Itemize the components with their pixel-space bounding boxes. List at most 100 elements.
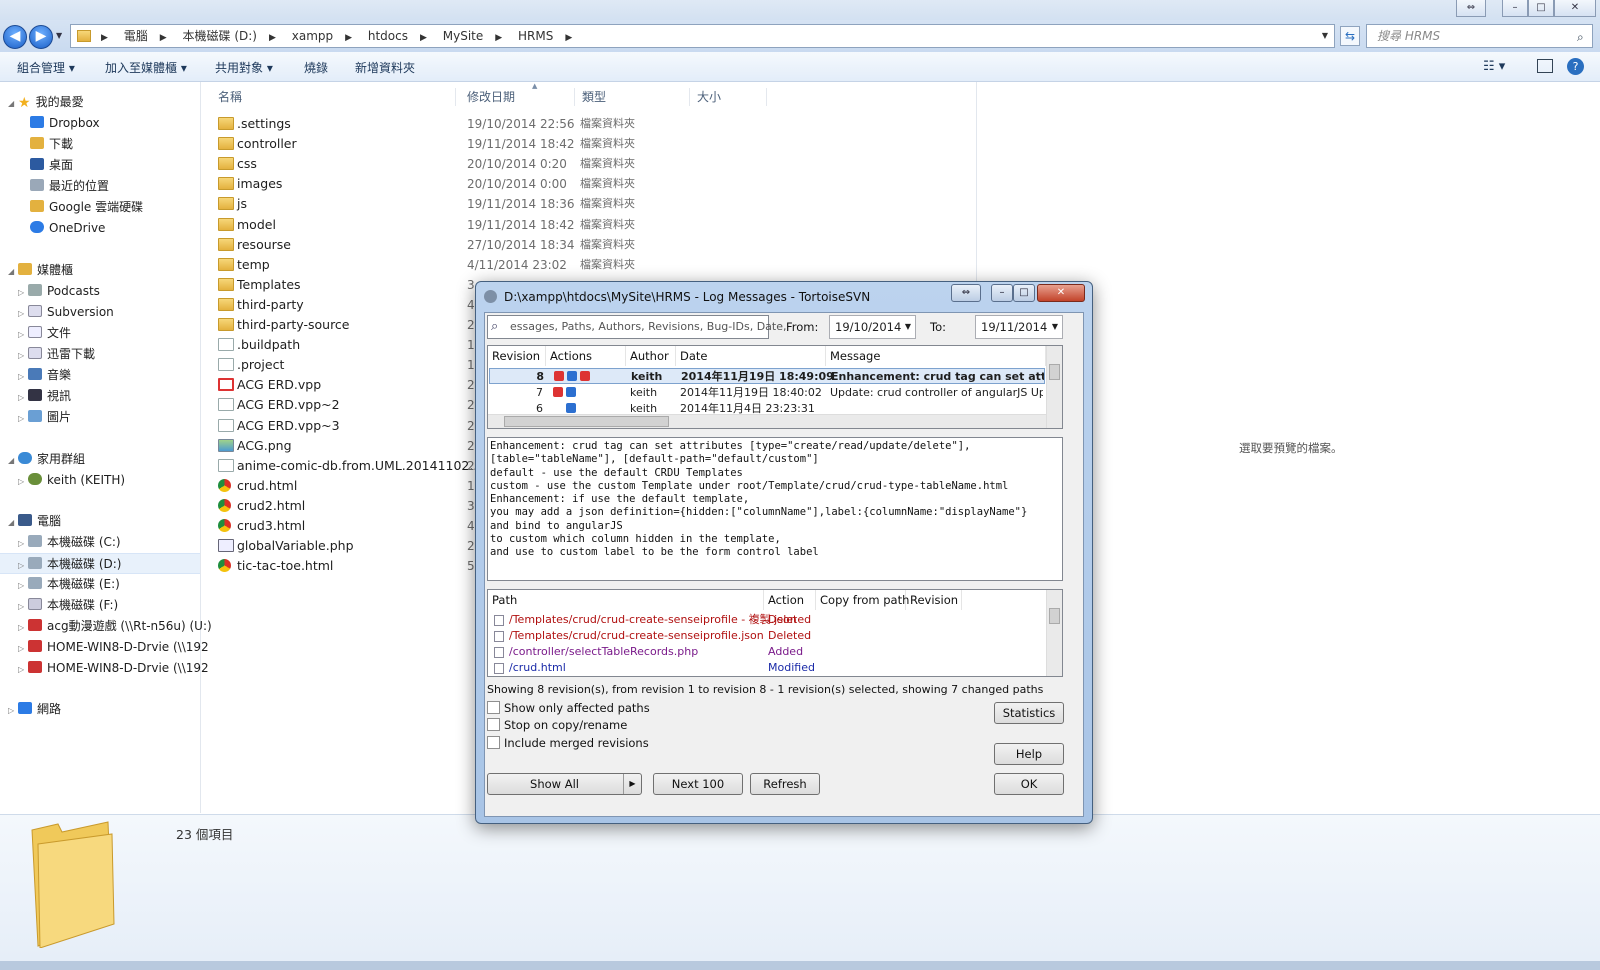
refresh-button[interactable]: Refresh [750,773,820,795]
recent-pages-icon[interactable]: ▼ [56,31,62,40]
column-header-name[interactable]: 名稱 [218,88,456,106]
sidebar-item-thunder[interactable]: ▷ 迅雷下載 [0,344,200,365]
chevron-right-icon[interactable]: ▶ [269,27,276,49]
dialog-maximize-button[interactable]: □ [1013,284,1035,302]
sidebar-item-drive-d[interactable]: ▷ 本機磁碟 (D:) [0,553,200,574]
include-merged-checkbox[interactable] [487,736,500,749]
sidebar-item-drive-c[interactable]: ▷ 本機磁碟 (C:) [0,532,200,553]
chevron-right-icon[interactable]: ▶ [623,774,641,794]
snap-button[interactable]: ⇔ [1456,0,1486,17]
column-header-action[interactable]: Action [764,590,816,610]
sidebar-item-network-drive-1[interactable]: ▷ HOME-WIN8-D-Drvie (\\192 [0,637,209,658]
organize-menu[interactable]: 組合管理 ▾ [17,59,75,76]
breadcrumb-mysite[interactable]: MySite [443,25,484,47]
sidebar-item-documents[interactable]: ▷ 文件 [0,323,200,344]
to-date-picker[interactable]: 19/11/2014 ▼ [975,315,1063,339]
breadcrumb-drive-d[interactable]: 本機磁碟 (D:) [183,25,257,47]
sidebar-item-subversion[interactable]: ▷ Subversion [0,302,200,323]
help-icon[interactable]: ? [1567,58,1584,75]
add-to-library-menu[interactable]: 加入至媒體櫃 ▾ [105,59,187,76]
stop-on-copy-checkbox[interactable] [487,718,500,731]
address-dropdown-icon[interactable]: ▼ [1322,25,1328,47]
dialog-close-button[interactable]: ✕ [1037,284,1085,302]
sidebar-item-drive-e[interactable]: ▷ 本機磁碟 (E:) [0,574,200,595]
sidebar-network[interactable]: ▷ 網路 [0,699,200,720]
dialog-snap-button[interactable]: ⇔ [951,284,981,302]
refresh-icon[interactable]: ⇆ [1340,26,1360,46]
column-header-path[interactable]: Path [488,590,764,610]
column-header-path-revision[interactable]: Revision [906,590,962,610]
file-row[interactable]: images 20/10/2014 0:00 檔案資料夾 [218,174,668,194]
sidebar-item-onedrive[interactable]: OneDrive [0,218,200,239]
chevron-right-icon[interactable]: ▶ [495,27,502,49]
column-header-type[interactable]: 類型 [582,88,690,106]
file-row[interactable]: css 20/10/2014 0:20 檔案資料夾 [218,154,668,174]
breadcrumb-xampp[interactable]: xampp [292,25,333,47]
chevron-right-icon[interactable]: ▶ [420,27,427,49]
file-row[interactable]: model 19/11/2014 18:42 檔案資料夾 [218,215,668,235]
sidebar-item-recent[interactable]: 最近的位置 [0,176,200,197]
column-header-size[interactable]: 大小 [697,88,767,106]
log-message-box[interactable]: Enhancement: crud tag can set attributes… [487,437,1063,581]
column-header-author[interactable]: Author [626,346,676,366]
chevron-right-icon[interactable]: ▶ [101,27,108,49]
changed-path-row[interactable]: /crud.html Modified [489,660,1045,676]
changed-path-row[interactable]: /Templates/crud/crud-create-senseiprofil… [489,628,1045,644]
file-row[interactable]: resourse 27/10/2014 18:34 檔案資料夾 [218,235,668,255]
column-header-modified[interactable]: 修改日期 [467,88,575,106]
address-bar[interactable]: ▶ 電腦 ▶ 本機磁碟 (D:) ▶ xampp ▶ htdocs ▶ MySite ▶ … [70,24,1335,48]
share-with-menu[interactable]: 共用對象 ▾ [215,59,273,76]
maximize-button[interactable]: □ [1528,0,1554,17]
sidebar-homegroup[interactable]: ◢ 家用群組 [0,449,200,470]
chevron-right-icon[interactable]: ▶ [160,27,167,49]
changed-paths-vscroll[interactable] [1046,590,1062,676]
sidebar-item-network-drive-u[interactable]: ▷ acg動漫遊戲 (\\Rt-n56u) (U:) [0,616,212,637]
sidebar-item-keith[interactable]: ▷ keith (KEITH) [0,470,200,491]
help-button[interactable]: Help [994,743,1064,765]
sidebar-item-music[interactable]: ▷ 音樂 [0,365,200,386]
sidebar-favorites[interactable]: ◢ ★ 我的最愛 [0,92,200,113]
revision-row[interactable]: 8 keith 2014年11月19日 18:49:09 Enhancement… [489,368,1045,384]
chevron-right-icon[interactable]: ▶ [565,27,572,49]
minimize-button[interactable]: – [1502,0,1528,17]
breadcrumb-computer[interactable]: 電腦 [124,25,148,47]
column-header-revision[interactable]: Revision [488,346,546,366]
filter-input[interactable]: ⌕ essages, Paths, Authors, Revisions, Bu… [487,315,786,339]
sidebar-computer[interactable]: ◢ 電腦 [0,511,200,532]
column-header-actions[interactable]: Actions [546,346,626,366]
revision-row[interactable]: 6 keith 2014年11月4日 23:23:31 [489,401,1045,414]
file-row[interactable]: temp 4/11/2014 23:02 檔案資料夾 [218,255,668,275]
scroll-thumb[interactable] [1049,608,1060,624]
from-date-picker[interactable]: 19/10/2014 ▼ [829,315,916,339]
ok-button[interactable]: OK [994,773,1064,795]
revision-list-vscroll[interactable] [1046,346,1062,428]
sidebar-item-podcasts[interactable]: ▷ Podcasts [0,281,200,302]
show-affected-paths-checkbox[interactable] [487,701,500,714]
changed-path-row[interactable]: /controller/selectTableRecords.php Added [489,644,1045,660]
sidebar-item-videos[interactable]: ▷ 視訊 [0,386,200,407]
sidebar-item-dropbox[interactable]: Dropbox [0,113,200,134]
statistics-button[interactable]: Statistics [994,702,1064,724]
sidebar-item-drive-f[interactable]: ▷ 本機磁碟 (F:) [0,595,200,616]
sidebar-libraries[interactable]: ◢ 媒體櫃 [0,260,200,281]
column-header-date[interactable]: Date [676,346,826,366]
burn-button[interactable]: 燒錄 [304,59,328,76]
column-header-message[interactable]: Message [826,346,1046,366]
back-button[interactable]: ◀ [3,25,27,49]
sidebar-item-downloads[interactable]: 下載 [0,134,200,155]
scroll-thumb[interactable] [1049,364,1060,380]
search-input[interactable]: 搜尋 HRMS [1366,24,1593,48]
show-all-button[interactable]: Show All ▶ [487,773,642,795]
breadcrumb-htdocs[interactable]: htdocs [368,25,408,47]
changed-path-row[interactable]: /Templates/crud/crud-create-senseiprofil… [489,612,1045,628]
revision-row[interactable]: 7 keith 2014年11月19日 18:40:02 Update: cru… [489,385,1045,401]
file-row[interactable]: js 19/11/2014 18:36 檔案資料夾 [218,194,668,214]
preview-pane-icon[interactable] [1537,59,1553,73]
file-row[interactable]: .settings 19/10/2014 22:56 檔案資料夾 [218,114,668,134]
sidebar-item-network-drive-2[interactable]: ▷ HOME-WIN8-D-Drvie (\\192 [0,658,209,679]
chevron-right-icon[interactable]: ▶ [345,27,352,49]
sidebar-item-google-drive[interactable]: Google 雲端硬碟 [0,197,200,218]
sidebar-item-desktop[interactable]: 桌面 [0,155,200,176]
sidebar-item-pictures[interactable]: ▷ 圖片 [0,407,200,428]
close-button[interactable]: ✕ [1554,0,1596,17]
